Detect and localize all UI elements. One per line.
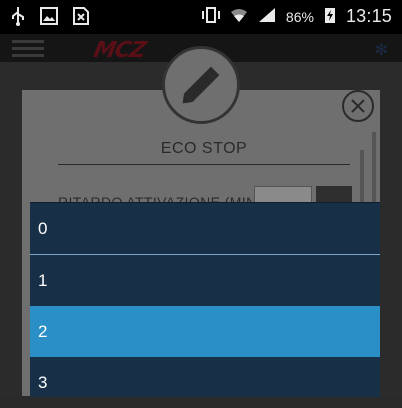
- option-2[interactable]: 2: [30, 306, 380, 357]
- option-label: 0: [38, 219, 48, 238]
- option-3[interactable]: 3: [30, 357, 380, 408]
- wifi-icon: [230, 7, 248, 26]
- option-0[interactable]: 0: [30, 203, 380, 254]
- edit-pencil-icon: [162, 46, 240, 124]
- vibrate-icon: [201, 7, 220, 26]
- brand-logo: MCZ: [91, 38, 148, 63]
- status-right-icons: 86% 13:15: [201, 6, 392, 27]
- option-1[interactable]: 1: [30, 255, 380, 306]
- no-sim-icon: [72, 6, 90, 31]
- scrollbar-thumb[interactable]: [360, 150, 364, 202]
- dropdown-list: 0 1 2 3: [30, 202, 380, 397]
- gear-icon[interactable]: ✻: [375, 40, 388, 60]
- option-label: 2: [38, 322, 48, 341]
- close-icon[interactable]: [342, 90, 374, 122]
- status-bar: 86% 13:15: [0, 0, 402, 34]
- usb-icon: [10, 6, 26, 31]
- title-divider: [58, 164, 350, 165]
- clock: 13:15: [345, 6, 392, 26]
- battery-percent: 86%: [285, 8, 314, 25]
- signal-icon: [258, 7, 276, 26]
- option-label: 3: [38, 373, 48, 392]
- image-icon: [40, 7, 58, 30]
- scrollbar[interactable]: [372, 132, 376, 202]
- status-left-icons: [10, 6, 90, 31]
- option-label: 1: [38, 271, 48, 290]
- battery-charging-icon: [324, 6, 336, 27]
- dialog-title: ECO STOP: [160, 140, 248, 157]
- menu-icon[interactable]: [12, 40, 44, 57]
